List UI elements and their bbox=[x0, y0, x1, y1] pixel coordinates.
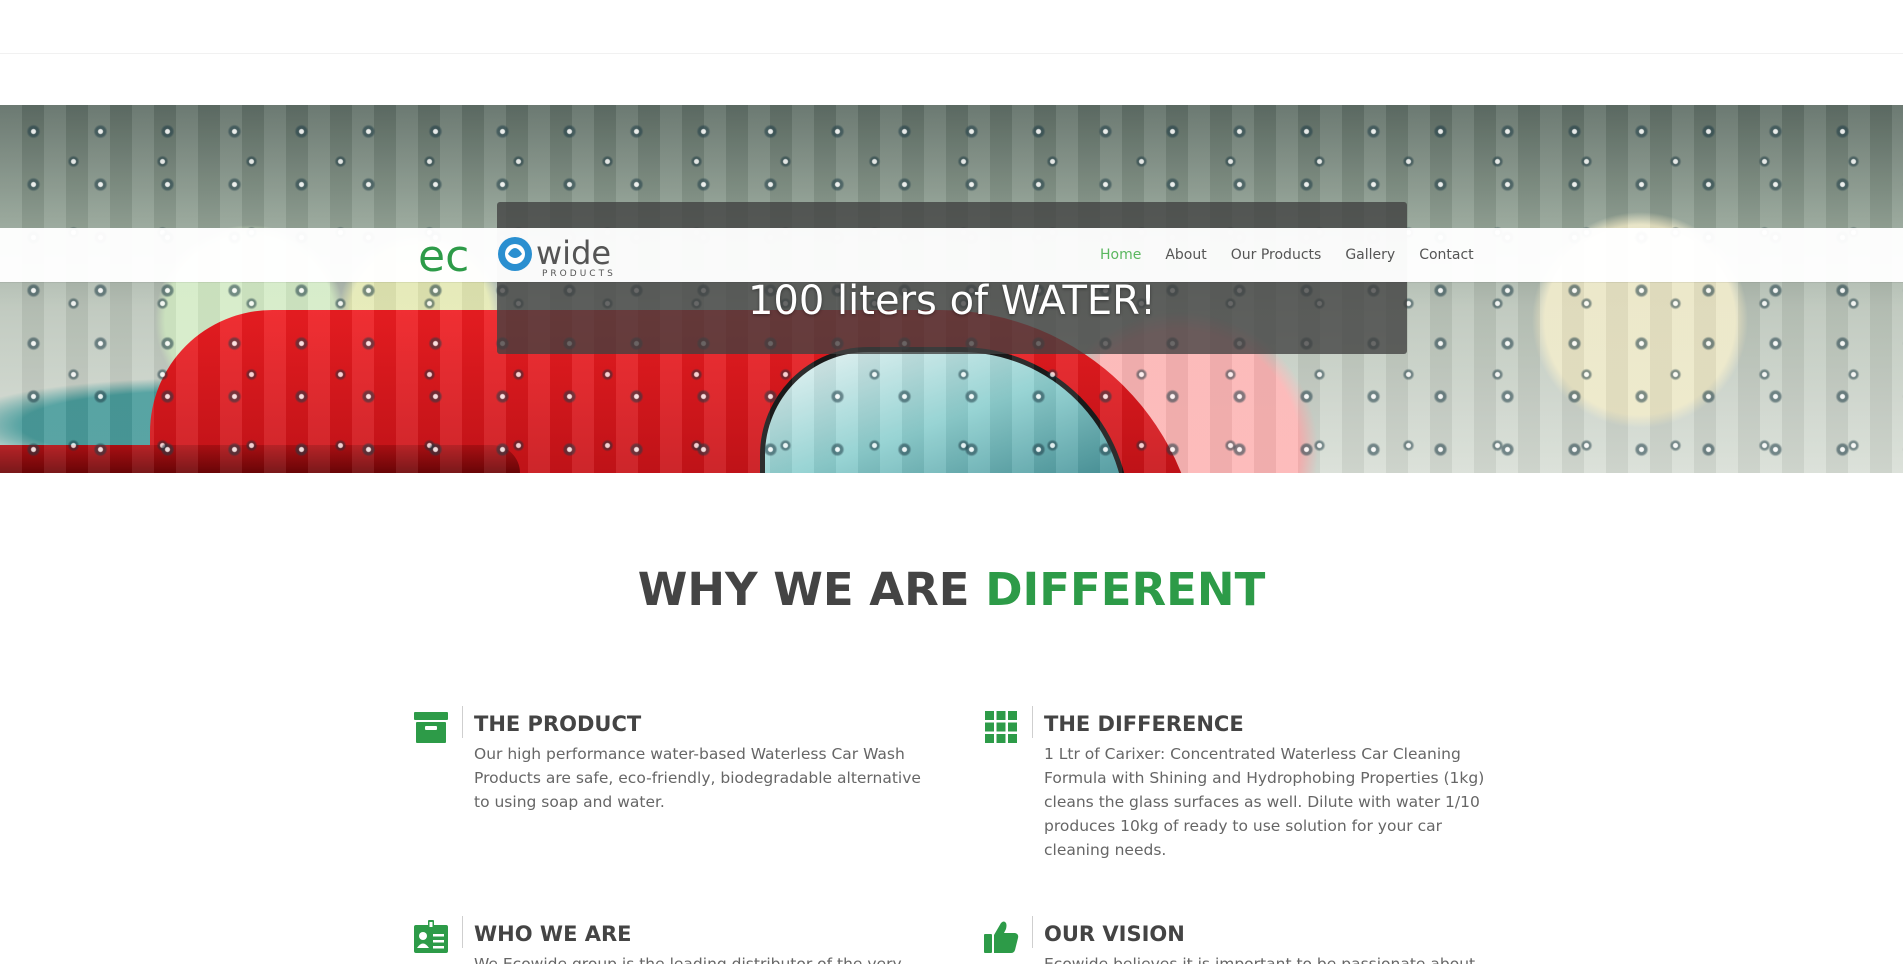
nav-home[interactable]: Home bbox=[1100, 247, 1141, 263]
section-heading-part1: WHY WE ARE bbox=[637, 563, 970, 616]
feature-text: We Ecowide group is the leading distribu… bbox=[474, 955, 902, 964]
logo-wide-text: wide bbox=[536, 234, 611, 272]
feature-text: Ecowide believes it is important to be p… bbox=[1044, 955, 1476, 964]
grid-icon bbox=[980, 706, 1022, 748]
feature-divider bbox=[462, 706, 463, 738]
feature-divider bbox=[1032, 706, 1033, 738]
nav-contact[interactable]: Contact bbox=[1419, 247, 1473, 263]
nav-about[interactable]: About bbox=[1165, 247, 1206, 263]
nav-our-products[interactable]: Our Products bbox=[1231, 247, 1322, 263]
feature-the-difference: THE DIFFERENCE 1 Ltr of Carixer: Concent… bbox=[980, 706, 1500, 866]
site-header: ec wide PRODUCTS Home About Our Products… bbox=[0, 228, 1903, 282]
logo-tagline-text: PRODUCTS bbox=[542, 269, 616, 279]
main-nav: Home About Our Products Gallery Contact bbox=[1100, 228, 1474, 282]
section-heading-accent: DIFFERENT bbox=[985, 563, 1266, 616]
feature-divider bbox=[462, 916, 463, 948]
feature-title: WHO WE ARE bbox=[474, 922, 632, 946]
feature-title: OUR VISION bbox=[1044, 922, 1185, 946]
logo[interactable]: ec wide PRODUCTS bbox=[418, 228, 638, 282]
hero-headline: 100 liters of WATER! bbox=[747, 278, 1156, 324]
feature-title: THE PRODUCT bbox=[474, 712, 642, 736]
feature-divider bbox=[1032, 916, 1033, 948]
top-bar bbox=[0, 0, 1903, 54]
feature-text: Our high performance water-based Waterle… bbox=[474, 745, 921, 811]
logo-eco-text: ec bbox=[418, 231, 469, 282]
thumbs-up-icon bbox=[980, 916, 1022, 958]
feature-text: 1 Ltr of Carixer: Concentrated Waterless… bbox=[1044, 745, 1485, 859]
feature-title: THE DIFFERENCE bbox=[1044, 712, 1244, 736]
feature-who-we-are: WHO WE ARE We Ecowide group is the leadi… bbox=[410, 916, 930, 964]
feature-our-vision: OUR VISION Ecowide believes it is import… bbox=[980, 916, 1500, 964]
feature-the-product: THE PRODUCT Our high performance water-b… bbox=[410, 706, 930, 826]
archive-icon bbox=[410, 706, 452, 748]
ecowide-logo-mark: ec wide PRODUCTS bbox=[418, 231, 616, 282]
id-card-icon bbox=[410, 916, 452, 958]
nav-gallery[interactable]: Gallery bbox=[1345, 247, 1395, 263]
section-heading: WHY WE ARE DIFFERENT bbox=[0, 558, 1903, 622]
